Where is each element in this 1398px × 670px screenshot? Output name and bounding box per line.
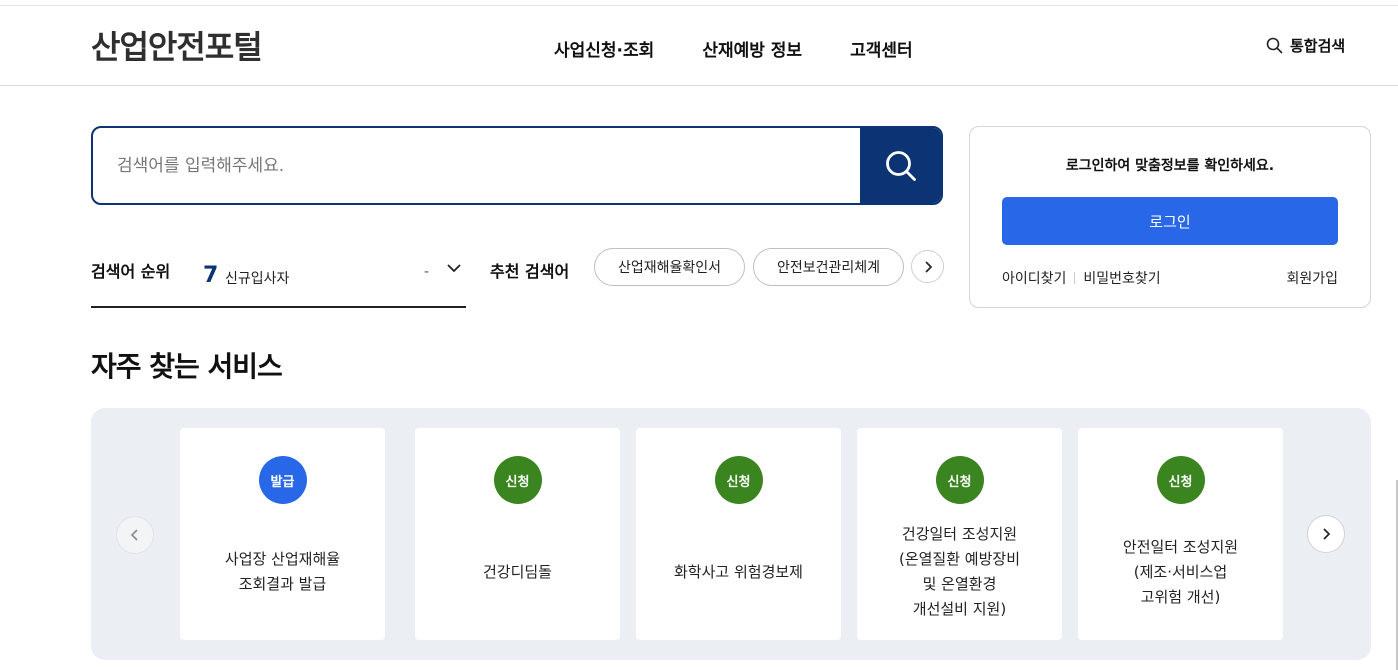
service-card[interactable]: 신청 건강일터 조성지원 (온열질환 예방장비 및 온열환경 개선설비 지원) bbox=[857, 428, 1062, 640]
search-submit-button[interactable] bbox=[860, 128, 941, 203]
signup-link[interactable]: 회원가입 bbox=[1286, 268, 1338, 288]
search-icon bbox=[1266, 37, 1283, 54]
service-title: 건강디딤돌 bbox=[482, 562, 552, 581]
section-title: 자주 찾는 서비스 bbox=[91, 350, 283, 383]
recommend-label: 추천 검색어 bbox=[490, 262, 570, 281]
service-badge: 신청 bbox=[935, 456, 984, 504]
service-title: 화학사고 위험경보제 bbox=[674, 562, 803, 581]
ranking-label: 검색어 순위 bbox=[91, 262, 171, 281]
nav-customer-center[interactable]: 고객센터 bbox=[850, 36, 913, 61]
service-badge: 신청 bbox=[714, 456, 763, 504]
find-id-link[interactable]: 아이디찾기 bbox=[1002, 268, 1066, 288]
service-badge: 신청 bbox=[1156, 456, 1205, 504]
service-card[interactable]: 신청 화학사고 위험경보제 bbox=[636, 428, 841, 640]
login-panel: 로그인하여 맞춤정보를 확인하세요. 로그인 아이디찾기 비밀번호찾기 회원가입 bbox=[969, 126, 1371, 308]
integrated-search-label: 통합검색 bbox=[1290, 37, 1346, 55]
main-nav: 사업신청·조회 산재예방 정보 고객센터 bbox=[554, 36, 913, 61]
integrated-search-button[interactable]: 통합검색 bbox=[1266, 35, 1345, 56]
ranking-number: 7 bbox=[203, 263, 219, 288]
ranking-keyword[interactable]: 신규입사자 bbox=[225, 268, 289, 288]
service-card[interactable]: 신청 안전일터 조성지원 (제조·서비스업 고위험 개선) bbox=[1078, 428, 1283, 640]
site-logo[interactable]: 산업안전포털 bbox=[91, 22, 263, 68]
recommend-chip[interactable]: 산업재해율확인서 bbox=[594, 248, 745, 286]
chevron-down-icon[interactable] bbox=[445, 259, 463, 281]
main-search-box bbox=[91, 126, 943, 205]
search-ranking: 검색어 순위 7 신규입사자 - bbox=[91, 246, 466, 308]
search-input[interactable] bbox=[93, 128, 863, 203]
chevron-right-icon bbox=[1323, 528, 1331, 540]
service-badge: 신청 bbox=[493, 456, 542, 504]
service-badge: 발급 bbox=[258, 456, 307, 504]
nav-business-apply[interactable]: 사업신청·조회 bbox=[554, 36, 654, 61]
find-links: 아이디찾기 비밀번호찾기 bbox=[1002, 268, 1161, 288]
recommend-chip[interactable]: 안전보건관리체계 bbox=[753, 248, 904, 286]
carousel-next-button[interactable] bbox=[1307, 515, 1345, 553]
service-title: 안전일터 조성지원 (제조·서비스업 고위험 개선) bbox=[1122, 537, 1239, 606]
ranking-change: - bbox=[424, 264, 430, 280]
service-title: 사업장 산업재해율 조회결과 발급 bbox=[224, 550, 341, 593]
find-password-link[interactable]: 비밀번호찾기 bbox=[1083, 268, 1160, 288]
nav-prevention-info[interactable]: 산재예방 정보 bbox=[702, 36, 802, 61]
search-icon bbox=[885, 150, 916, 181]
service-card[interactable]: 발급 사업장 산업재해율 조회결과 발급 bbox=[180, 428, 385, 640]
divider bbox=[1074, 272, 1076, 284]
chevron-right-icon[interactable] bbox=[911, 250, 944, 283]
site-header: 산업안전포털 사업신청·조회 산재예방 정보 고객센터 통합검색 bbox=[0, 6, 1398, 86]
carousel-prev-button[interactable] bbox=[116, 516, 154, 554]
login-button[interactable]: 로그인 bbox=[1002, 197, 1338, 245]
service-card[interactable]: 신청 건강디딤돌 bbox=[415, 428, 620, 640]
login-message: 로그인하여 맞춤정보를 확인하세요. bbox=[1065, 158, 1275, 174]
service-title: 건강일터 조성지원 (온열질환 예방장비 및 온열환경 개선설비 지원) bbox=[898, 525, 1021, 618]
chevron-left-icon bbox=[130, 529, 138, 541]
services-carousel: 발급 사업장 산업재해율 조회결과 발급 신청 건강디딤돌 신청 화학사고 위험… bbox=[91, 408, 1371, 660]
